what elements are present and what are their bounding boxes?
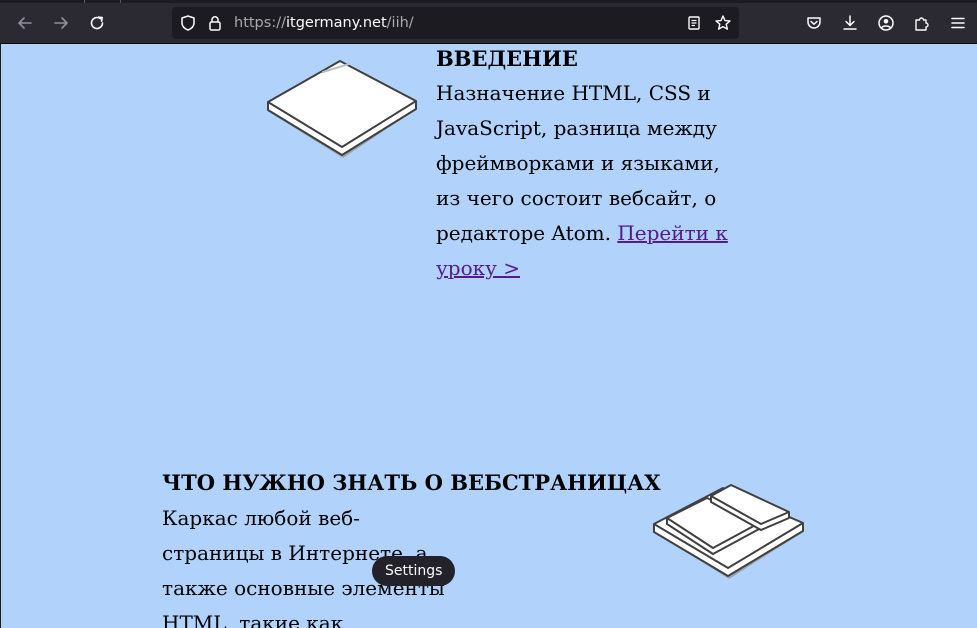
section-title-intro: ВВЕДЕНИЕ: [436, 46, 578, 71]
page-content: ВВЕДЕНИЕ Назначение HTML, CSS и JavaScri…: [0, 44, 977, 628]
reload-button[interactable]: [82, 8, 112, 38]
single-tile-illustration: [267, 60, 417, 158]
download-icon: [841, 14, 859, 32]
url-scheme: https://: [234, 15, 286, 31]
section-title-webpages: ЧТО НУЖНО ЗНАТЬ О ВЕБСТРАНИЦАХ: [162, 470, 661, 495]
pocket-icon: [805, 14, 823, 32]
bookmark-star-icon[interactable]: [713, 13, 733, 33]
menu-icon: [949, 14, 967, 32]
forward-button[interactable]: [46, 8, 76, 38]
tab-strip-edge: [0, 0, 977, 3]
pocket-button[interactable]: [799, 8, 829, 38]
back-button[interactable]: [10, 8, 40, 38]
url-text[interactable]: https://itgermany.net/iih/: [234, 7, 414, 39]
stacked-tiles-illustration: [653, 484, 804, 579]
tab-separator: [120, 0, 121, 3]
section-body-intro: Назначение HTML, CSS и JavaScript, разни…: [436, 76, 741, 286]
reload-icon: [88, 14, 106, 32]
downloads-button[interactable]: [835, 8, 865, 38]
extensions-icon: [913, 14, 931, 32]
account-button[interactable]: [871, 8, 901, 38]
url-path: /iih/: [386, 15, 414, 31]
browser-toolbar: https://itgermany.net/iih/: [0, 0, 977, 44]
reader-view-icon[interactable]: [684, 13, 704, 33]
address-bar[interactable]: https://itgermany.net/iih/: [172, 7, 739, 39]
arrow-left-icon: [16, 14, 34, 32]
shield-icon[interactable]: [178, 13, 198, 33]
app-menu-button[interactable]: [943, 8, 973, 38]
extensions-button[interactable]: [907, 8, 937, 38]
settings-button[interactable]: Settings: [372, 556, 456, 586]
arrow-right-icon: [52, 14, 70, 32]
tab-separator: [84, 0, 85, 3]
lock-icon[interactable]: [205, 13, 225, 33]
url-host: itgermany.net: [285, 15, 387, 31]
account-icon: [877, 14, 895, 32]
